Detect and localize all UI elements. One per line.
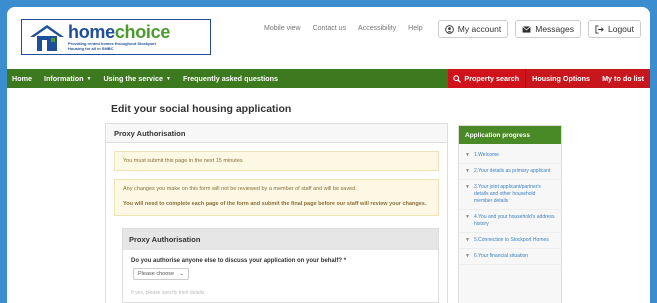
progress-item-label: 4.You and your household's address histo… (474, 214, 555, 227)
logout-button[interactable]: Logout (588, 20, 641, 38)
progress-item[interactable]: ▼ 6.Your financial situation (459, 249, 561, 265)
nav-faq[interactable]: Frequently asked questions (177, 69, 284, 88)
top-links: Mobile view Contact us Accessibility Hel… (264, 25, 423, 32)
nav-faq-label: Frequently asked questions (182, 74, 279, 83)
app-frame: homechoice Providing rented homes throug… (7, 7, 650, 303)
main-nav: Home Information ▼ Using the service ▼ Fre… (7, 69, 650, 88)
nav-property-search-label: Property search (464, 74, 520, 83)
logout-icon (595, 24, 604, 34)
user-icon (444, 24, 454, 34)
progress-item[interactable]: ▼ 4.You and your household's address hist… (459, 210, 561, 233)
timer-notice: You must submit this page in the next 15… (114, 151, 439, 171)
section-title: Proxy Authorisation (106, 124, 447, 143)
progress-item[interactable]: ▼ 3.Your joint applicant/partner's detail… (459, 180, 561, 210)
progress-item-label: 5.Connection to Stockport Homes (474, 237, 549, 243)
caret-down-icon: ▼ (465, 214, 470, 220)
nav-home-label: Home (12, 74, 32, 83)
logo-tagline-2: Housing for all in SMBC (68, 46, 114, 51)
page-title: Edit your social housing application (111, 103, 292, 115)
caret-down-icon: ▼ (465, 253, 470, 259)
caret-down-icon: ▼ (465, 168, 470, 174)
caret-down-icon: ▼ (166, 75, 171, 82)
house-logo-icon (22, 20, 68, 54)
nav-using-service[interactable]: Using the service ▼ (97, 69, 176, 88)
nav-using-service-label: Using the service (103, 74, 163, 83)
contact-us-link[interactable]: Contact us (313, 25, 346, 32)
application-progress: Application progress ▼ 1.Welcome ▼ 2.Your … (458, 125, 562, 303)
my-account-button[interactable]: My account (437, 20, 509, 38)
logo-name-home: home (68, 22, 115, 42)
nav-information[interactable]: Information ▼ (38, 69, 97, 88)
proxy-select[interactable]: Please choose ⌄ (133, 268, 189, 280)
changes-notice-line1: Any changes you make on this form will n… (123, 186, 357, 192)
nav-property-search[interactable]: Property search (448, 69, 527, 88)
logout-label: Logout (608, 24, 634, 34)
progress-item[interactable]: ▼ 5.Connection to Stockport Homes (459, 233, 561, 249)
progress-item[interactable]: ▼ 2.Your details as primary applicant (459, 164, 561, 180)
proxy-details-hint: If yes, please specify their details (131, 290, 205, 296)
account-bar: My account Messages Logout (437, 20, 641, 38)
homechoice-logo[interactable]: homechoice Providing rented homes throug… (21, 19, 211, 55)
changes-notice: Any changes you make on this form will n… (114, 179, 439, 216)
search-icon (453, 74, 462, 83)
site-header: homechoice Providing rented homes throug… (7, 7, 650, 67)
nav-information-label: Information (43, 74, 84, 83)
logo-name-choice: choice (114, 22, 171, 42)
caret-down-icon: ▼ (86, 75, 92, 82)
proxy-panel: Proxy Authorisation Do you authorise any… (122, 228, 439, 303)
nav-todo-list[interactable]: My to do list (596, 69, 650, 88)
nav-housing-options[interactable]: Housing Options (526, 69, 597, 88)
progress-item[interactable]: ▼ 1.Welcome (459, 148, 561, 164)
progress-item-label: 6.Your financial situation (474, 253, 529, 259)
application-form: Proxy Authorisation You must submit this… (105, 123, 448, 303)
changes-notice-line2: You will need to complete each page of t… (123, 201, 427, 207)
progress-item-label: 3.Your joint applicant/partner's details… (474, 184, 541, 204)
caret-down-icon: ▼ (465, 237, 470, 243)
messages-button[interactable]: Messages (515, 20, 581, 38)
proxy-select-value: Please choose (138, 271, 175, 277)
proxy-question: Do you authorise anyone else to discuss … (131, 258, 347, 264)
caret-down-icon: ▼ (465, 152, 470, 158)
progress-item-label: 1.Welcome (474, 152, 499, 158)
my-account-label: My account (457, 24, 502, 34)
mobile-view-link[interactable]: Mobile view (264, 25, 301, 32)
nav-todo-list-label: My to do list (602, 74, 644, 83)
caret-down-icon: ▼ (465, 184, 470, 190)
chevron-down-icon: ⌄ (179, 271, 184, 277)
proxy-panel-title: Proxy Authorisation (123, 229, 438, 250)
envelope-icon (522, 25, 531, 33)
progress-title: Application progress (459, 126, 561, 144)
help-link[interactable]: Help (408, 25, 422, 32)
nav-home[interactable]: Home (7, 69, 38, 88)
nav-right-group: Property search Housing Options My to do… (448, 69, 650, 88)
nav-housing-options-label: Housing Options (532, 74, 591, 83)
accessibility-link[interactable]: Accessibility (358, 25, 396, 32)
messages-label: Messages (535, 24, 574, 34)
progress-item-label: 2.Your details as primary applicant (474, 168, 551, 174)
